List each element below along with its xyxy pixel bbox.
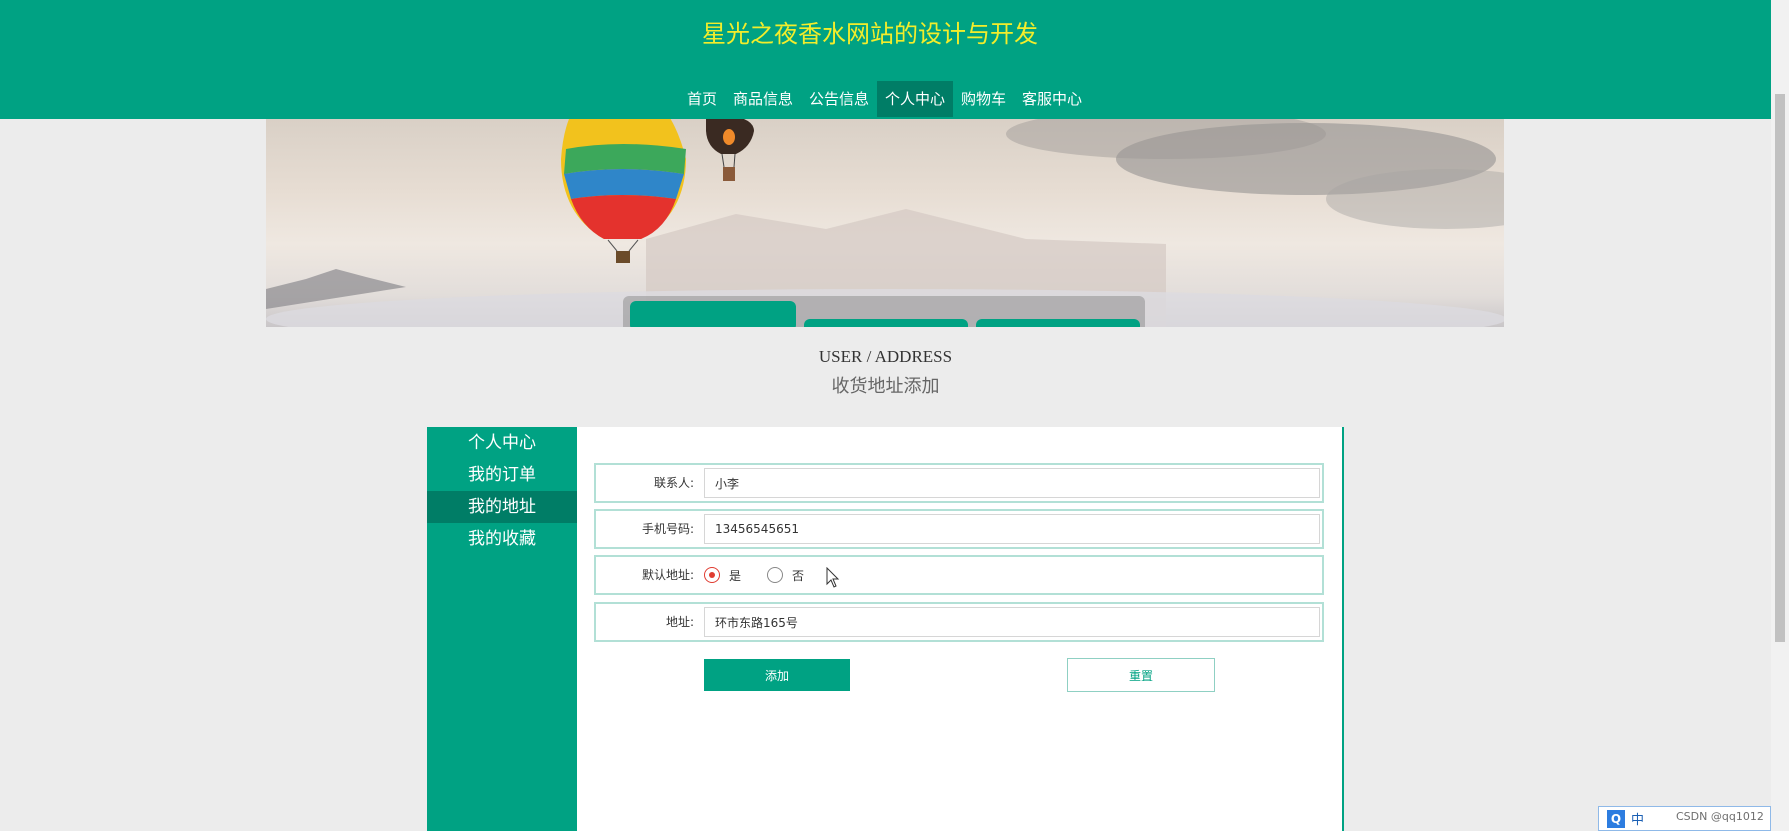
page-scrollbar[interactable] xyxy=(1771,0,1789,831)
nav-customer-service[interactable]: 客服中心 xyxy=(1014,81,1090,117)
nav-products[interactable]: 商品信息 xyxy=(725,81,801,117)
address-label: 地址: xyxy=(665,615,694,629)
sidebar-item-user-center[interactable]: 个人中心 xyxy=(427,427,577,459)
main-nav: 首页 商品信息 公告信息 个人中心 购物车 客服中心 xyxy=(0,81,1771,117)
contact-row: 联系人: xyxy=(594,463,1324,503)
watermark: CSDN @qq1012 xyxy=(1676,810,1764,823)
default-no-radio[interactable]: 否 xyxy=(767,557,804,593)
contact-label: 联系人: xyxy=(653,476,694,490)
ime-logo-icon: Q xyxy=(1607,809,1625,828)
phone-input[interactable] xyxy=(704,514,1320,544)
radio-checked-icon xyxy=(704,567,720,583)
default-address-label: 默认地址: xyxy=(641,568,694,582)
phone-row: 手机号码: xyxy=(594,509,1324,549)
hot-air-balloon-small xyxy=(706,119,754,181)
site-title: 星光之夜香水网站的设计与开发 xyxy=(702,20,1038,48)
sidebar-item-my-favorites[interactable]: 我的收藏 xyxy=(427,523,577,555)
scrollbar-thumb[interactable] xyxy=(1775,94,1785,642)
default-yes-radio[interactable]: 是 xyxy=(704,557,741,593)
default-address-row: 默认地址: 是 否 xyxy=(594,555,1324,595)
sidebar-item-my-address[interactable]: 我的地址 xyxy=(427,491,577,523)
page-heading-cn: 收货地址添加 xyxy=(831,376,940,397)
radio-unchecked-icon xyxy=(767,567,783,583)
default-yes-label: 是 xyxy=(729,568,742,583)
nav-home[interactable]: 首页 xyxy=(679,81,725,117)
ime-language-indicator[interactable]: 中 xyxy=(1631,809,1644,828)
site-header: 星光之夜香水网站的设计与开发 首页 商品信息 公告信息 个人中心 购物车 客服中… xyxy=(0,0,1771,119)
user-sidebar: 个人中心 我的订单 我的地址 我的收藏 xyxy=(427,427,577,831)
default-no-label: 否 xyxy=(792,568,805,583)
page-heading-en: USER / ADDRESS xyxy=(818,347,953,366)
address-input[interactable] xyxy=(704,607,1320,637)
address-row: 地址: xyxy=(594,602,1324,642)
nav-user-center[interactable]: 个人中心 xyxy=(877,81,954,117)
contact-input[interactable] xyxy=(704,468,1320,498)
phone-label: 手机号码: xyxy=(641,522,694,536)
nav-cart[interactable]: 购物车 xyxy=(953,81,1014,117)
banner-image xyxy=(266,119,1504,327)
add-button[interactable]: 添加 xyxy=(704,659,850,691)
sidebar-item-my-orders[interactable]: 我的订单 xyxy=(427,459,577,491)
reset-button[interactable]: 重置 xyxy=(1067,658,1215,692)
address-form-panel: 联系人: 手机号码: 默认地址: 是 否 地址: 添加 重置 xyxy=(577,427,1344,831)
banner-illustration xyxy=(266,119,1504,327)
mouse-cursor-icon xyxy=(826,567,840,588)
nav-notices[interactable]: 公告信息 xyxy=(801,81,877,117)
